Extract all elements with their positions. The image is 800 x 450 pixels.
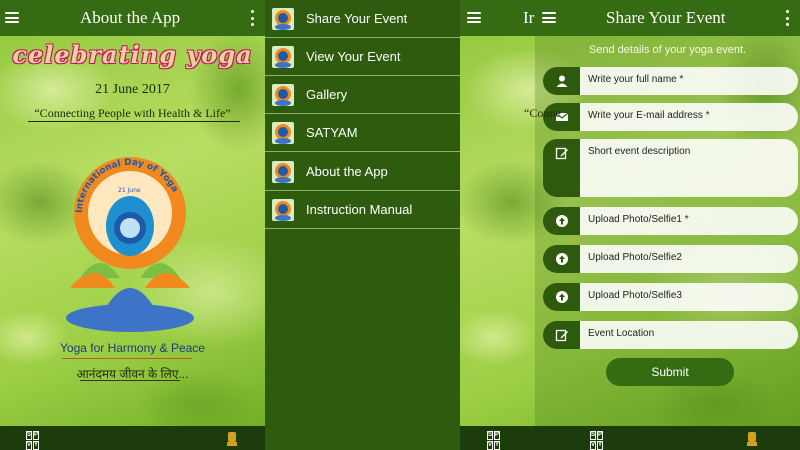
overflow-menu-icon[interactable] bbox=[785, 10, 789, 26]
edit-icon bbox=[555, 147, 568, 160]
divider bbox=[80, 380, 180, 381]
edit-icon bbox=[555, 329, 568, 342]
yoga-logo-icon bbox=[272, 161, 294, 183]
menu-icon[interactable] bbox=[542, 12, 556, 23]
upload-photo2-input[interactable]: Upload Photo/Selfie2 bbox=[580, 245, 798, 273]
name-input[interactable]: Write your full name * bbox=[580, 67, 798, 95]
location-input[interactable]: Event Location bbox=[580, 321, 798, 349]
divider bbox=[62, 358, 192, 359]
yoga-day-logo: International Day of Yoga 21 June bbox=[66, 157, 194, 332]
email-field[interactable]: Write your E-mail address * bbox=[543, 103, 798, 131]
submit-button[interactable]: Submit bbox=[606, 358, 734, 386]
spv-logo-icon: SP VY bbox=[487, 431, 500, 450]
menu-item-label: About the App bbox=[306, 164, 388, 179]
about-app-screen: About the App celebrating yoga 21 June 2… bbox=[0, 0, 265, 450]
tagline: “Connecting People with Health & Life” bbox=[34, 106, 231, 120]
upload-photo1-input[interactable]: Upload Photo/Selfie1 * bbox=[580, 207, 798, 235]
menu-item-about-app[interactable]: About the App bbox=[265, 153, 460, 191]
yoga-logo-icon bbox=[272, 8, 294, 30]
harmony-text: Yoga for Harmony & Peace bbox=[60, 341, 205, 355]
app-bar: About the App bbox=[0, 0, 265, 36]
form-hint: Send details of your yoga event. bbox=[588, 44, 747, 56]
app-bar: Share Your Event bbox=[460, 0, 800, 36]
spv-logo-icon: SP VY bbox=[590, 431, 603, 450]
yoga-logo-icon bbox=[272, 46, 294, 68]
menu-item-satyam[interactable]: SATYAM bbox=[265, 114, 460, 152]
upload-icon bbox=[556, 253, 568, 265]
description-input[interactable]: Short event description bbox=[580, 139, 798, 197]
upload-photo1-field[interactable]: Upload Photo/Selfie1 * bbox=[543, 207, 798, 235]
bottom-bar: SP VY SP VY bbox=[460, 426, 800, 450]
menu-icon[interactable] bbox=[5, 12, 19, 23]
behind-title: Ir bbox=[523, 8, 535, 27]
behind-tagline: “Conne bbox=[524, 106, 561, 120]
menu-item-label: Instruction Manual bbox=[306, 202, 413, 217]
page-title: Share Your Event bbox=[606, 8, 726, 27]
menu-item-label: View Your Event bbox=[306, 49, 401, 64]
spv-logo-icon: SP VY bbox=[26, 431, 39, 450]
share-event-screen: Ir “Conne Share Your Event Send details … bbox=[460, 0, 800, 450]
divider bbox=[28, 121, 240, 122]
navigation-drawer: Share Your Event View Your Event Gallery… bbox=[265, 0, 460, 450]
page-title: About the App bbox=[80, 8, 181, 27]
menu-item-label: Share Your Event bbox=[306, 11, 408, 26]
person-icon bbox=[556, 75, 568, 87]
national-emblem-icon bbox=[227, 432, 237, 446]
bottom-bar: SP VY bbox=[0, 426, 265, 450]
upload-icon bbox=[556, 291, 568, 303]
email-input[interactable]: Write your E-mail address * bbox=[580, 103, 798, 131]
location-field[interactable]: Event Location bbox=[543, 321, 798, 349]
logo-date: 21 June bbox=[118, 187, 141, 194]
yoga-logo-icon bbox=[272, 199, 294, 221]
yoga-logo-icon bbox=[272, 122, 294, 144]
upload-icon bbox=[556, 215, 568, 227]
upload-photo3-input[interactable]: Upload Photo/Selfie3 bbox=[580, 283, 798, 311]
upload-photo2-field[interactable]: Upload Photo/Selfie2 bbox=[543, 245, 798, 273]
overflow-menu-icon[interactable] bbox=[250, 10, 254, 26]
menu-item-label: Gallery bbox=[306, 87, 348, 102]
description-field[interactable]: Short event description bbox=[543, 139, 798, 197]
menu-item-share-event[interactable]: Share Your Event bbox=[265, 0, 460, 38]
upload-photo3-field[interactable]: Upload Photo/Selfie3 bbox=[543, 283, 798, 311]
name-field[interactable]: Write your full name * bbox=[543, 67, 798, 95]
menu-item-label: SATYAM bbox=[306, 125, 358, 140]
yoga-logo-icon bbox=[272, 84, 294, 106]
national-emblem-icon bbox=[747, 432, 757, 446]
event-date: 21 June 2017 bbox=[95, 82, 170, 97]
menu-icon[interactable] bbox=[467, 12, 481, 23]
menu-item-gallery[interactable]: Gallery bbox=[265, 76, 460, 114]
menu-item-view-event[interactable]: View Your Event bbox=[265, 38, 460, 76]
banner-heading: celebrating yoga bbox=[12, 40, 253, 69]
menu-item-instruction-manual[interactable]: Instruction Manual bbox=[265, 191, 460, 229]
